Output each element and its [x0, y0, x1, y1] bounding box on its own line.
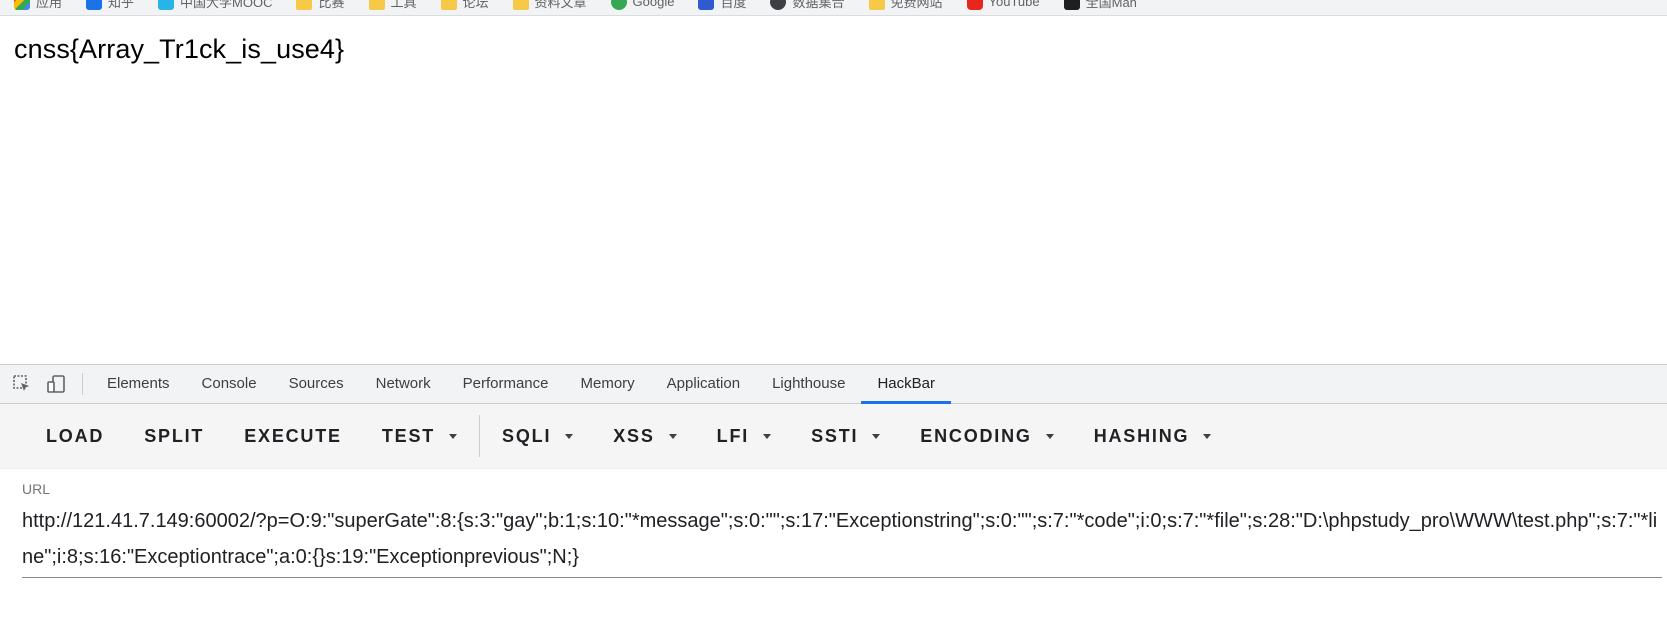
bookmark-label: 工具: [390, 0, 417, 10]
bookmark-label: YouTube: [988, 0, 1040, 9]
tab-console[interactable]: Console: [186, 365, 273, 403]
tab-sources[interactable]: Sources: [273, 365, 360, 403]
bookmark-github[interactable]: 数据集合: [770, 0, 845, 11]
inspect-element-icon[interactable]: [12, 374, 32, 394]
toolbar-divider: [479, 415, 481, 457]
bookmark-label: Google: [632, 0, 675, 9]
tab-elements[interactable]: Elements: [97, 365, 186, 403]
encoding-dropdown[interactable]: ENCODING: [900, 416, 1073, 456]
caret-down-icon: [763, 433, 772, 439]
test-dropdown[interactable]: TEST: [362, 416, 477, 456]
hashing-label: HASHING: [1093, 425, 1190, 446]
bookmark-folder[interactable]: 比赛: [296, 0, 345, 11]
bookmark-folder[interactable]: 资料文章: [512, 0, 587, 11]
folder-icon: [868, 0, 885, 10]
caret-down-icon: [1203, 433, 1212, 439]
xss-label: XSS: [613, 425, 655, 446]
bookmarks-bar: 应用 知乎 中国大学MOOC 比赛 工具 论坛 资料文章 Google 百度 数…: [0, 0, 1667, 16]
folder-icon: [368, 0, 385, 10]
bookmark-label: 知乎: [108, 0, 135, 10]
load-label: LOAD: [46, 425, 105, 446]
caret-down-icon: [872, 433, 881, 439]
xss-dropdown[interactable]: XSS: [593, 416, 696, 456]
execute-label: EXECUTE: [244, 425, 342, 446]
hashing-dropdown[interactable]: HASHING: [1074, 416, 1232, 456]
sqli-label: SQLI: [502, 425, 552, 446]
bookmark-site[interactable]: 全国Man: [1063, 0, 1137, 11]
tab-application[interactable]: Application: [651, 365, 756, 403]
folder-icon: [440, 0, 457, 10]
caret-down-icon: [565, 433, 574, 439]
split-button[interactable]: SPLIT: [124, 416, 224, 456]
caret-down-icon: [668, 433, 677, 439]
bookmark-google[interactable]: Google: [610, 0, 675, 10]
bookmark-label: 中国大学MOOC: [180, 0, 273, 10]
url-input[interactable]: http://121.41.7.149:60002/?p=O:9:"superG…: [22, 503, 1662, 578]
ssti-label: SSTI: [811, 425, 859, 446]
zhihu-icon: [86, 0, 103, 10]
url-field-container: URL http://121.41.7.149:60002/?p=O:9:"su…: [22, 481, 1667, 578]
bookmark-label: 全国Man: [1085, 0, 1137, 10]
folder-icon: [512, 0, 529, 10]
hackbar-toolbar: LOAD SPLIT EXECUTE TEST SQLI XSS LFI SST…: [0, 404, 1667, 469]
tab-divider: [82, 373, 83, 395]
bookmark-label: 资料文章: [534, 0, 587, 10]
lfi-dropdown[interactable]: LFI: [697, 416, 791, 456]
bookmark-apps[interactable]: 应用: [14, 0, 62, 11]
site-icon: [1063, 0, 1080, 10]
bookmark-label: 论坛: [462, 0, 489, 10]
caret-down-icon: [449, 433, 458, 439]
test-label: TEST: [381, 425, 436, 446]
bookmark-label: 数据集合: [792, 0, 845, 10]
tab-performance[interactable]: Performance: [447, 365, 565, 403]
caret-down-icon: [1045, 433, 1054, 439]
baidu-icon: [698, 0, 715, 10]
bookmark-label: 应用: [36, 0, 63, 10]
youtube-icon: [966, 0, 983, 10]
page-output-text: cnss{Array_Tr1ck_is_use4}: [14, 34, 345, 64]
execute-button[interactable]: EXECUTE: [224, 416, 362, 456]
tab-lighthouse[interactable]: Lighthouse: [756, 365, 861, 403]
lfi-label: LFI: [716, 425, 750, 446]
bookmark-label: 免费网站: [890, 0, 943, 10]
github-icon: [770, 0, 787, 10]
bookmark-zhihu[interactable]: 知乎: [86, 0, 134, 11]
bookmark-folder[interactable]: 免费网站: [868, 0, 943, 11]
tab-network[interactable]: Network: [360, 365, 447, 403]
split-label: SPLIT: [144, 425, 205, 446]
bookmark-youtube[interactable]: YouTube: [966, 0, 1040, 10]
ssti-dropdown[interactable]: SSTI: [791, 416, 900, 456]
mooc-icon: [158, 0, 175, 10]
google-icon: [610, 0, 627, 10]
folder-icon: [296, 0, 313, 10]
bookmark-label: 百度: [720, 0, 747, 10]
bookmark-folder[interactable]: 论坛: [440, 0, 489, 11]
tab-hackbar[interactable]: HackBar: [861, 365, 951, 404]
device-toolbar-icon[interactable]: [46, 374, 66, 394]
devtools-tabbar: Elements Console Sources Network Perform…: [0, 365, 1667, 404]
devtools-panel: Elements Console Sources Network Perform…: [0, 364, 1667, 635]
bookmark-label: 比赛: [318, 0, 345, 10]
url-label: URL: [22, 481, 51, 497]
tab-memory[interactable]: Memory: [565, 365, 651, 403]
encoding-label: ENCODING: [920, 425, 1032, 446]
bookmark-baidu[interactable]: 百度: [698, 0, 746, 11]
apps-icon: [14, 0, 30, 10]
bookmark-folder[interactable]: 工具: [368, 0, 417, 11]
sqli-dropdown[interactable]: SQLI: [482, 416, 593, 456]
load-button[interactable]: LOAD: [26, 416, 124, 456]
bookmark-mooc[interactable]: 中国大学MOOC: [158, 0, 272, 11]
